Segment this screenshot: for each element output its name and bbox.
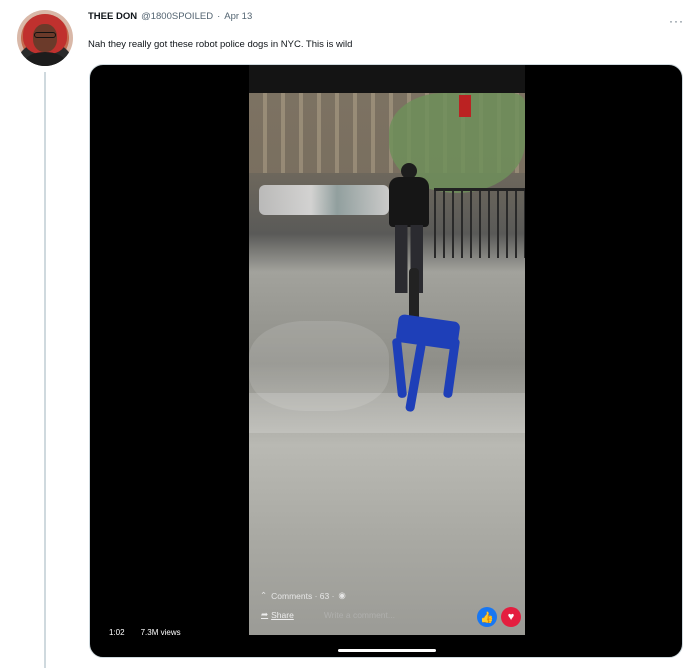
heart-icon[interactable]: ♥ — [501, 607, 521, 627]
avatar-glasses — [34, 32, 56, 38]
comments-label: Comments · 63 · — [271, 590, 335, 601]
avatar-face — [33, 24, 57, 52]
share-arrow-icon: ➦ — [261, 609, 269, 619]
video-views: 7.3M views — [140, 628, 181, 637]
avatar[interactable] — [17, 10, 73, 66]
video-comments-link[interactable]: ⌃ Comments · 63 · ◉ — [260, 590, 346, 601]
globe-icon: ◉ — [338, 590, 346, 600]
share-label: Share — [271, 609, 294, 620]
scene-robot-dog — [387, 268, 469, 418]
chevron-up-icon: ⌃ — [260, 590, 268, 600]
video-meta: 1:02 7.3M views — [109, 628, 181, 637]
video-player[interactable]: ⌃ Comments · 63 · ◉ ➦ Share Write a comm… — [89, 64, 683, 658]
video-duration: 1:02 — [109, 628, 125, 637]
video-progress-bar[interactable] — [338, 649, 436, 652]
video-top-bar — [249, 65, 525, 93]
more-options-icon[interactable]: ··· — [669, 14, 684, 28]
scene-cars — [259, 185, 389, 215]
thumbs-up-icon[interactable]: 👍 — [477, 607, 497, 627]
tweet-header: THEE DON @1800SPOILED · Apr 13 — [88, 11, 252, 22]
separator-dot: · — [217, 11, 221, 22]
scene-flag — [459, 95, 471, 117]
avatar-shoulders — [25, 52, 65, 66]
tweet-date[interactable]: Apr 13 — [224, 11, 252, 22]
video-scene — [249, 93, 525, 635]
tweet-text: Nah they really got these robot police d… — [88, 39, 353, 50]
author-name[interactable]: THEE DON — [88, 11, 137, 22]
write-comment-placeholder: Write a comment... — [323, 609, 395, 620]
thread-connector-line — [44, 72, 46, 668]
reaction-buttons: 👍 ♥ — [477, 607, 521, 627]
scene-railing — [434, 188, 525, 258]
video-frame: ⌃ Comments · 63 · ◉ ➦ Share Write a comm… — [249, 65, 525, 657]
share-button[interactable]: ➦ Share — [261, 609, 294, 620]
author-handle[interactable]: @1800SPOILED — [141, 11, 213, 22]
